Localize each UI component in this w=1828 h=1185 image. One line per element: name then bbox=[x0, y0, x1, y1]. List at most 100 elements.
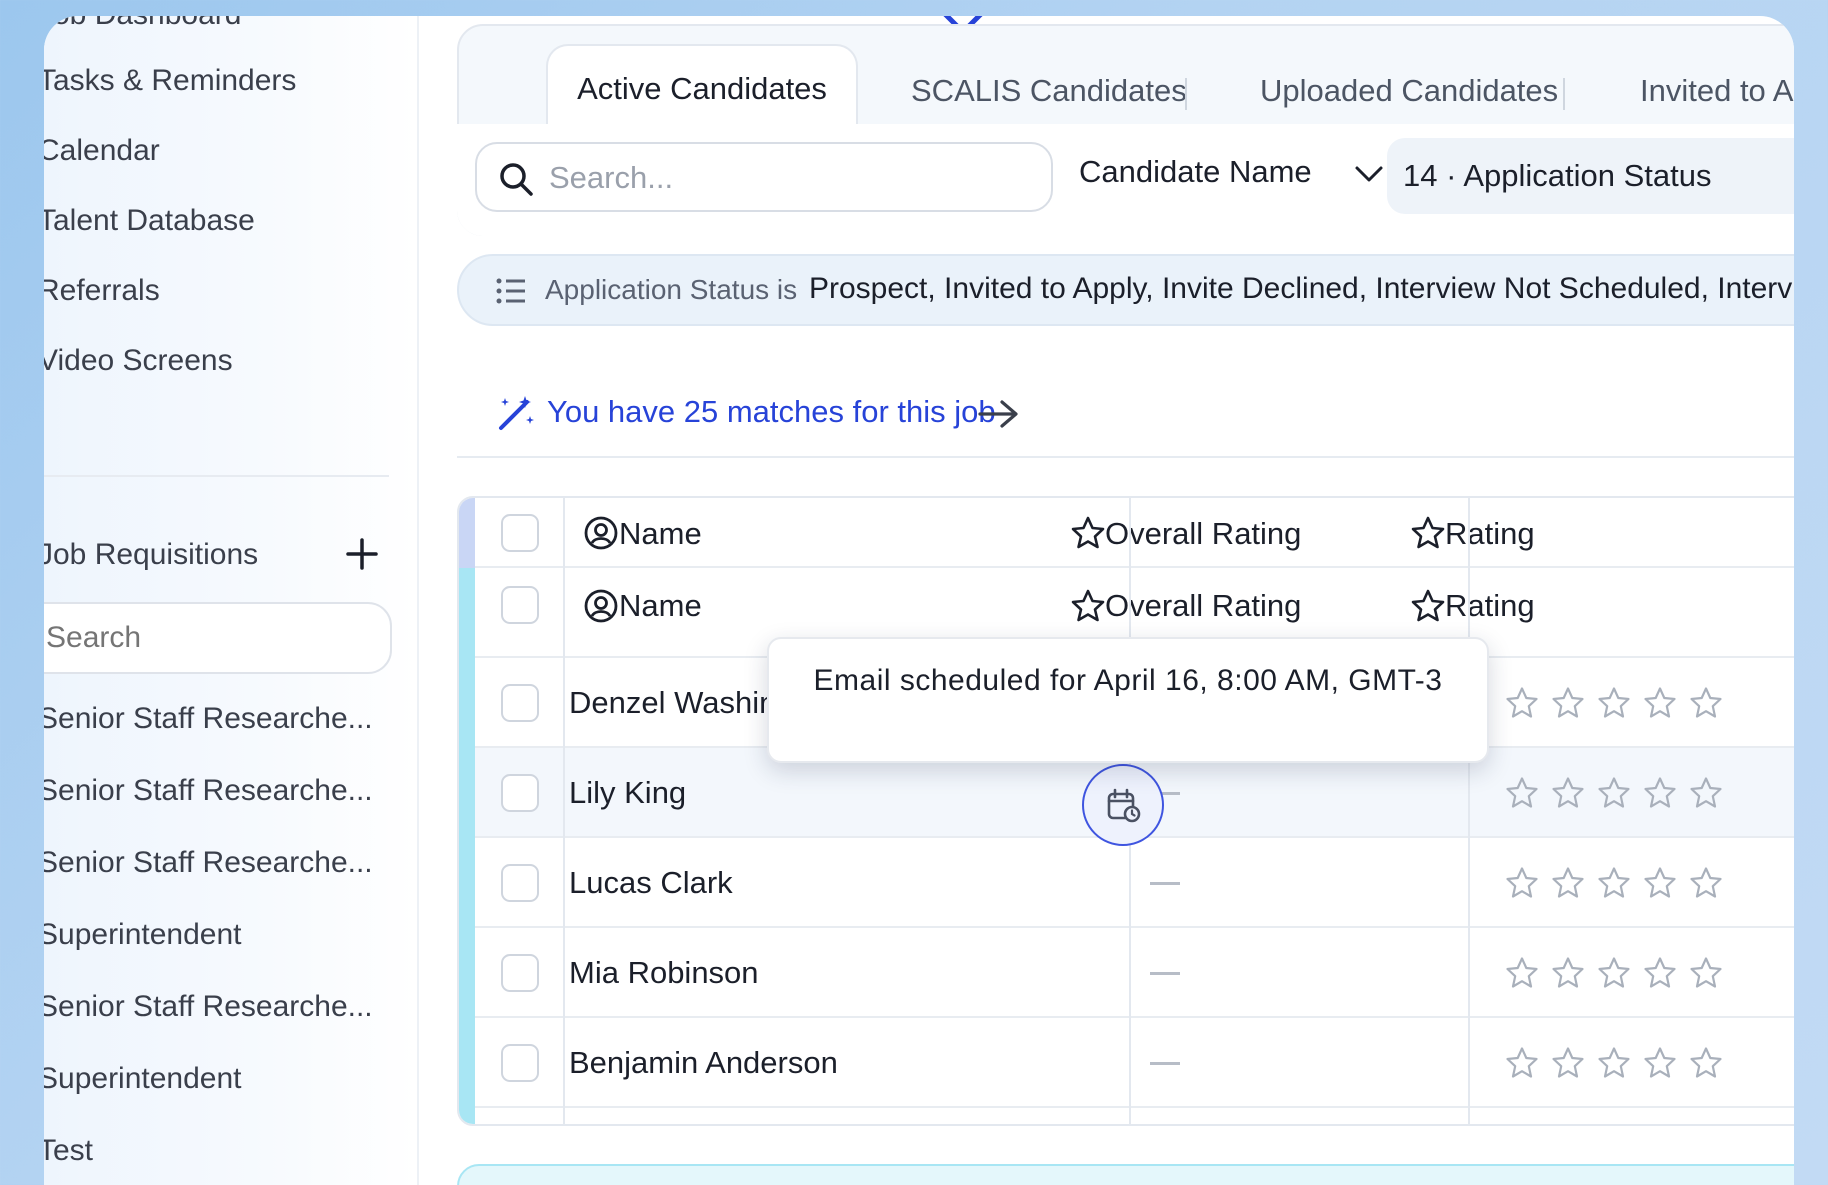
star-icon[interactable] bbox=[1505, 686, 1539, 720]
tab-scalis-candidates[interactable]: SCALIS Candidates bbox=[911, 73, 1187, 109]
row-checkbox[interactable] bbox=[501, 684, 539, 722]
sidebar-job-item[interactable]: Senior Staff Researche... bbox=[44, 990, 373, 1024]
sidebar-job-item[interactable]: Superintendent bbox=[44, 918, 242, 952]
candidate-name[interactable]: Lily King bbox=[569, 775, 686, 811]
star-icon bbox=[1411, 516, 1445, 549]
tab-invited-to-apply[interactable]: Invited to Apply bbox=[1640, 73, 1794, 109]
matches-link[interactable]: You have 25 matches for this job bbox=[547, 394, 996, 430]
scheduled-email-tooltip: Email scheduled for April 16, 8:00 AM, G… bbox=[767, 637, 1489, 763]
star-icon[interactable] bbox=[1551, 686, 1585, 720]
row-checkbox[interactable] bbox=[501, 1044, 539, 1082]
star-icon[interactable] bbox=[1643, 866, 1677, 900]
chevron-down-icon[interactable] bbox=[1353, 162, 1385, 186]
list-icon bbox=[496, 278, 525, 304]
add-requisition-icon[interactable] bbox=[344, 536, 380, 572]
overall-rating-value bbox=[1150, 972, 1180, 975]
star-icon[interactable] bbox=[1551, 776, 1585, 810]
sidebar-job-item[interactable]: Superintendent bbox=[44, 1062, 242, 1096]
next-stage-section[interactable] bbox=[457, 1164, 1794, 1185]
rating-stars[interactable] bbox=[1505, 776, 1723, 810]
sidebar: Job Dashboard Tasks & Reminders Calendar… bbox=[44, 16, 419, 1185]
job-requisitions-heading: Job Requisitions bbox=[44, 538, 259, 571]
tab-uploaded-candidates[interactable]: Uploaded Candidates bbox=[1260, 73, 1558, 109]
user-circle-icon bbox=[584, 589, 618, 623]
star-icon[interactable] bbox=[1551, 866, 1585, 900]
star-icon[interactable] bbox=[1505, 776, 1539, 810]
main-content: Active Candidates SCALIS Candidates Uplo… bbox=[419, 16, 1794, 1185]
candidate-name[interactable]: Lucas Clark bbox=[569, 865, 733, 901]
star-icon[interactable] bbox=[1505, 1046, 1539, 1080]
tab-separator bbox=[1563, 78, 1565, 110]
star-icon[interactable] bbox=[1597, 1046, 1631, 1080]
star-icon[interactable] bbox=[1643, 1046, 1677, 1080]
rating-stars[interactable] bbox=[1505, 1046, 1723, 1080]
search-icon bbox=[500, 163, 533, 196]
table-row[interactable]: Lucas Clark bbox=[475, 838, 1794, 928]
column-header-name[interactable]: Name bbox=[619, 588, 702, 624]
header-accent bbox=[459, 498, 475, 568]
tab-separator bbox=[1185, 78, 1187, 110]
candidate-name[interactable]: Mia Robinson bbox=[569, 955, 759, 991]
star-icon[interactable] bbox=[1505, 956, 1539, 990]
star-icon[interactable] bbox=[1689, 686, 1723, 720]
star-icon[interactable] bbox=[1551, 1046, 1585, 1080]
sidebar-job-item[interactable]: Senior Staff Researche... bbox=[44, 774, 373, 808]
filter-row: Candidate Name 14 · Application Status bbox=[457, 124, 1794, 236]
table-header-row: Name Overall Rating Rating bbox=[475, 498, 1794, 568]
star-icon[interactable] bbox=[1505, 866, 1539, 900]
star-icon[interactable] bbox=[1597, 866, 1631, 900]
sidebar-divider bbox=[44, 475, 389, 477]
star-icon bbox=[1071, 589, 1105, 622]
row-checkbox[interactable] bbox=[501, 954, 539, 992]
sidebar-item-video-screens[interactable]: Video Screens bbox=[44, 344, 233, 378]
sidebar-job-item[interactable]: Senior Staff Researche... bbox=[44, 846, 373, 880]
star-icon[interactable] bbox=[1551, 956, 1585, 990]
sidebar-item-tasks[interactable]: Tasks & Reminders bbox=[44, 64, 296, 98]
overall-rating-value bbox=[1150, 1062, 1180, 1065]
star-icon[interactable] bbox=[1643, 686, 1677, 720]
star-icon bbox=[1411, 589, 1445, 622]
scheduled-email-button[interactable] bbox=[1082, 764, 1164, 846]
column-header-overall-rating[interactable]: Overall Rating bbox=[1105, 588, 1301, 624]
sidebar-item-talent-database[interactable]: Talent Database bbox=[44, 204, 255, 238]
select-stage-checkbox[interactable] bbox=[501, 586, 539, 624]
column-header-overall-rating[interactable]: Overall Rating bbox=[1105, 516, 1301, 552]
application-status-filter-chip[interactable]: 14 · Application Status bbox=[1387, 138, 1794, 214]
app-window: Job Dashboard Tasks & Reminders Calendar… bbox=[44, 16, 1794, 1185]
table-row[interactable]: Benjamin Anderson bbox=[475, 1018, 1794, 1108]
column-header-name[interactable]: Name bbox=[619, 516, 702, 552]
requisition-search-input[interactable] bbox=[44, 602, 392, 674]
column-header-rating[interactable]: Rating bbox=[1445, 516, 1535, 552]
star-icon[interactable] bbox=[1689, 956, 1723, 990]
sidebar-item-referrals[interactable]: Referrals bbox=[44, 274, 160, 308]
star-icon[interactable] bbox=[1689, 1046, 1723, 1080]
star-icon[interactable] bbox=[1689, 776, 1723, 810]
arrow-right-icon[interactable] bbox=[976, 398, 1020, 430]
column-header-rating[interactable]: Rating bbox=[1445, 588, 1535, 624]
candidate-search-input[interactable] bbox=[549, 154, 1029, 202]
star-icon[interactable] bbox=[1597, 956, 1631, 990]
sidebar-job-item[interactable]: Test bbox=[44, 1134, 93, 1168]
rating-stars[interactable] bbox=[1505, 686, 1723, 720]
tab-active-candidates[interactable]: Active Candidates bbox=[546, 44, 858, 136]
star-icon[interactable] bbox=[1643, 956, 1677, 990]
overall-rating-value bbox=[1150, 882, 1180, 885]
star-icon[interactable] bbox=[1597, 776, 1631, 810]
magic-wand-icon bbox=[499, 396, 534, 430]
row-checkbox[interactable] bbox=[501, 864, 539, 902]
star-icon bbox=[1071, 516, 1105, 549]
select-all-checkbox[interactable] bbox=[501, 514, 539, 552]
candidate-search[interactable] bbox=[475, 142, 1053, 212]
star-icon[interactable] bbox=[1689, 866, 1723, 900]
star-icon[interactable] bbox=[1643, 776, 1677, 810]
rating-stars[interactable] bbox=[1505, 866, 1723, 900]
candidate-name[interactable]: Benjamin Anderson bbox=[569, 1045, 838, 1081]
star-icon[interactable] bbox=[1597, 686, 1631, 720]
sidebar-job-item[interactable]: Senior Staff Researche... bbox=[44, 702, 373, 736]
rating-stars[interactable] bbox=[1505, 956, 1723, 990]
row-checkbox[interactable] bbox=[501, 774, 539, 812]
sidebar-item-job-dashboard[interactable]: Job Dashboard bbox=[44, 16, 241, 32]
table-row[interactable]: Mia Robinson bbox=[475, 928, 1794, 1018]
sidebar-item-calendar[interactable]: Calendar bbox=[44, 134, 160, 168]
search-column-select[interactable]: Candidate Name bbox=[1079, 154, 1312, 190]
